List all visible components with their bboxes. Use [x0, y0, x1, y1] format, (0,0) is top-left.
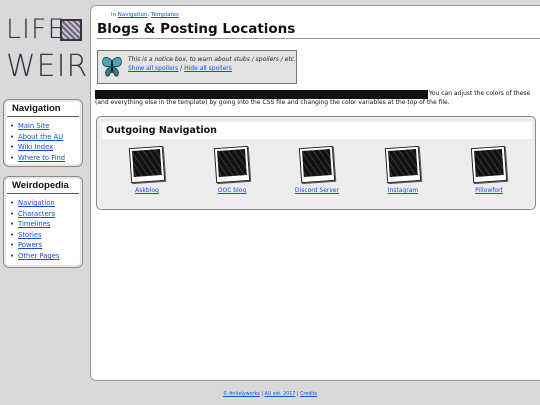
outgoing-navigation-box: Outgoing Navigation Askblog OOC blog Dis…: [96, 116, 536, 210]
photo-placeholder: [217, 149, 247, 177]
sidebar-navigation: Navigation Main Site About the AU Wiki I…: [3, 99, 83, 167]
footer: © finitelyworks | AU est. 2017 | Credits: [0, 392, 540, 397]
sidebar-item-navigation: Navigation: [10, 198, 77, 209]
footer-link-credits[interactable]: Credits: [300, 392, 317, 397]
footer-link-copyright[interactable]: © finitelyworks: [223, 392, 260, 397]
outgoing-item-pillowfort[interactable]: Pillowfort: [449, 145, 529, 194]
color-note-text: You can adjust the colors of these: [429, 90, 531, 97]
outgoing-item-askblog[interactable]: Askblog: [107, 145, 187, 194]
photo-placeholder: [474, 149, 504, 177]
outgoing-link-pillowfort[interactable]: Pillowfort: [449, 187, 529, 194]
sidebar-navigation-list: Main Site About the AU Wiki Index Where …: [4, 117, 82, 167]
redacted-text-bar[interactable]: [95, 90, 428, 99]
notice-link-separator: /: [180, 65, 183, 72]
sidebar-link-powers[interactable]: Powers: [18, 241, 42, 249]
page-title: Blogs & Posting Locations: [97, 21, 296, 37]
polaroid-image[interactable]: [470, 145, 508, 184]
sidebar-link-where-to-find[interactable]: Where to Find: [18, 154, 65, 162]
sidebar-link-main-site[interactable]: Main Site: [18, 122, 49, 130]
polaroid-image[interactable]: [384, 145, 422, 184]
sidebar-link-timelines[interactable]: Timelines: [18, 220, 50, 228]
sidebar-weirdopedia-list: Navigation Characters Timelines Stories …: [4, 194, 82, 266]
polaroid-image[interactable]: [298, 145, 336, 184]
notice-box: This is a notice box, to warn about stub…: [97, 50, 297, 84]
photo-placeholder: [132, 149, 162, 177]
breadcrumb-separator: ,: [147, 12, 150, 18]
sidebar-link-characters[interactable]: Characters: [18, 210, 55, 218]
sidebar-item-characters: Characters: [10, 209, 77, 220]
breadcrumb-link-templates[interactable]: Templates: [151, 12, 179, 18]
logo-stamp-icon: [60, 19, 82, 41]
notice-links: Show all spoilers / Hide all spoilers: [128, 65, 232, 72]
sidebar-item-stories: Stories: [10, 230, 77, 241]
polaroid-image[interactable]: [128, 145, 166, 184]
sidebar-item-main-site: Main Site: [10, 121, 77, 132]
sidebar-navigation-title: Navigation: [7, 100, 79, 117]
photo-placeholder: [302, 149, 332, 177]
sidebar-item-powers: Powers: [10, 240, 77, 251]
outgoing-link-ooc-blog[interactable]: OOC blog: [192, 187, 272, 194]
logo-life-text: LIFE: [6, 14, 66, 45]
outgoing-link-askblog[interactable]: Askblog: [107, 187, 187, 194]
color-note-text-continued: (and everything else in the template) by…: [95, 99, 450, 106]
title-divider: [97, 38, 540, 39]
breadcrumb-prefix: in: [111, 12, 117, 18]
polaroid-image[interactable]: [213, 145, 251, 184]
outgoing-item-ooc-blog[interactable]: OOC blog: [192, 145, 272, 194]
outgoing-item-discord[interactable]: Discord Server: [277, 145, 357, 194]
site-logo[interactable]: LIFE WEIRD: [4, 14, 111, 84]
sidebar-link-about[interactable]: About the AU: [18, 133, 63, 141]
main-content: in Navigation, Templates Blogs & Posting…: [90, 5, 540, 381]
sidebar-item-where-to-find: Where to Find: [10, 153, 77, 164]
show-spoilers-link[interactable]: Show all spoilers: [128, 65, 178, 72]
outgoing-link-instagram[interactable]: Instagram: [363, 187, 443, 194]
sidebar-link-other-pages[interactable]: Other Pages: [18, 252, 59, 260]
sidebar-link-wiki-index[interactable]: Wiki Index: [18, 143, 53, 151]
notice-text: This is a notice box, to warn about stub…: [128, 56, 296, 63]
sidebar-item-timelines: Timelines: [10, 219, 77, 230]
outgoing-link-discord[interactable]: Discord Server: [277, 187, 357, 194]
hide-spoilers-link[interactable]: Hide all spoilers: [184, 65, 232, 72]
sidebar-weirdopedia-title: Weirdopedia: [7, 177, 79, 194]
footer-separator: |: [261, 392, 263, 397]
breadcrumb: in Navigation, Templates: [111, 12, 179, 18]
breadcrumb-link-navigation[interactable]: Navigation: [118, 12, 148, 18]
sidebar-item-wiki-index: Wiki Index: [10, 142, 77, 153]
sidebar-link-navigation[interactable]: Navigation: [18, 199, 55, 207]
sidebar-item-other-pages: Other Pages: [10, 251, 77, 262]
sidebar-link-stories[interactable]: Stories: [18, 231, 42, 239]
footer-link-au-est[interactable]: AU est. 2017: [264, 392, 295, 397]
footer-separator: |: [296, 392, 299, 397]
butterfly-icon: [102, 57, 122, 77]
photo-placeholder: [388, 149, 418, 177]
sidebar-item-about: About the AU: [10, 132, 77, 143]
outgoing-navigation-title: Outgoing Navigation: [102, 122, 532, 139]
outgoing-item-instagram[interactable]: Instagram: [363, 145, 443, 194]
sidebar-weirdopedia: Weirdopedia Navigation Characters Timeli…: [3, 176, 83, 268]
